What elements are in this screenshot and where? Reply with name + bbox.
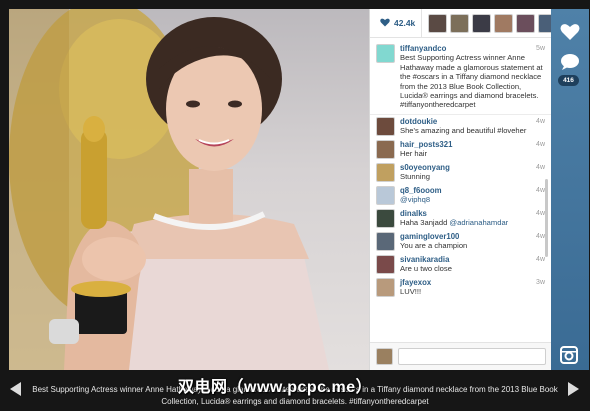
avatar[interactable] (376, 139, 395, 159)
comment-body: She's amazing and beautiful #loveher (400, 126, 527, 136)
comment-item: dinalks 4w Haha 3anjadd @adrianahamdar (370, 207, 551, 230)
comment-username[interactable]: gaminglover100 (400, 232, 459, 241)
avatar (376, 348, 393, 365)
comment-age: 4w (536, 140, 545, 148)
comments-list: dotdoukie 4w She's amazing and beautiful #… (370, 115, 551, 322)
avatar[interactable] (376, 162, 395, 182)
liker-avatar[interactable] (428, 13, 448, 33)
comment-item: dotdoukie 4w She's amazing and beautiful #… (370, 115, 551, 138)
avatar[interactable] (376, 44, 395, 63)
comment-body: Haha 3anjadd (400, 218, 450, 228)
comments-scrollbar[interactable] (545, 179, 548, 257)
camera-icon (560, 346, 578, 364)
comment-age: 4w (536, 186, 545, 194)
comment-item: s0oyeonyang 4w Stunning (370, 161, 551, 184)
avatar[interactable] (376, 254, 395, 274)
comment-age: 4w (536, 163, 545, 171)
comment-age: 4w (536, 117, 545, 125)
comment-username[interactable]: s0oyeonyang (400, 163, 450, 172)
heart-icon (380, 18, 390, 29)
caption-text: Best Supporting Actress winner Anne Hath… (400, 53, 543, 110)
avatar[interactable] (376, 208, 395, 228)
comment-text: LUV!!! (400, 287, 545, 296)
arrow-left-icon (10, 382, 21, 396)
comment-body: LUV!!! (400, 287, 422, 297)
arrow-right-icon (568, 382, 579, 396)
comments-panel: 42.4k tiffanyandco 5w Best Supporting Ac… (369, 8, 558, 370)
comment-body: Are u two close (400, 264, 452, 274)
liker-avatar[interactable] (450, 13, 470, 33)
caption-age: 5w (536, 45, 545, 52)
liker-avatar[interactable] (494, 13, 514, 33)
comment-text: You are a champion (400, 241, 545, 250)
photo-illustration (9, 9, 329, 370)
comment-count-badge: 416 (558, 75, 579, 86)
comment-item: q8_f6ooom 4w @viphq8 (370, 184, 551, 207)
comment-composer (370, 342, 552, 370)
comment-text: Are u two close (400, 264, 545, 273)
comment-username[interactable]: jfayexox (400, 278, 431, 287)
comment-username[interactable]: hair_posts321 (400, 140, 452, 149)
liker-avatar[interactable] (472, 13, 492, 33)
avatar[interactable] (376, 277, 395, 297)
comment-username[interactable]: sivanikaradia (400, 255, 449, 264)
avatar[interactable] (376, 185, 395, 205)
comment-age: 3w (536, 278, 545, 286)
post-photo[interactable] (9, 9, 369, 370)
like-button[interactable] (560, 23, 580, 43)
avatar[interactable] (376, 116, 395, 136)
comment-mention[interactable]: @viphq8 (400, 195, 430, 204)
comment-age: 4w (536, 255, 545, 263)
comment-text: @viphq8 (400, 195, 545, 204)
comment-item: hair_posts321 4w Her hair (370, 138, 551, 161)
comment-button[interactable] (560, 53, 580, 73)
caption-post: tiffanyandco 5w Best Supporting Actress … (370, 38, 551, 115)
heart-icon (560, 24, 580, 40)
watermark: 双电网（www.pcpc.me） (178, 379, 373, 396)
comment-username[interactable]: dotdoukie (400, 117, 437, 126)
comment-username[interactable]: dinalks (400, 209, 427, 218)
comment-item: gaminglover100 4w You are a champion (370, 230, 551, 253)
comment-input[interactable] (398, 348, 546, 365)
comment-body: Stunning (400, 172, 430, 182)
likes-count[interactable]: 42.4k (378, 8, 423, 38)
comment-text: Haha 3anjadd @adrianahamdar (400, 218, 545, 227)
avatar[interactable] (376, 231, 395, 251)
lightbox: 42.4k tiffanyandco 5w Best Supporting Ac… (9, 8, 589, 370)
comment-item: jfayexox 3w LUV!!! (370, 276, 551, 299)
speech-bubble-icon (561, 54, 579, 70)
instagram-button[interactable] (560, 346, 580, 366)
comment-text: Stunning (400, 172, 545, 181)
comment-age: 4w (536, 209, 545, 217)
previous-arrow-button[interactable] (10, 382, 22, 396)
comment-username[interactable]: q8_f6ooom (400, 186, 442, 195)
caption-username[interactable]: tiffanyandco (400, 44, 446, 53)
next-arrow-button[interactable] (567, 382, 579, 396)
likes-bar: 42.4k (370, 8, 558, 38)
liker-avatar[interactable] (516, 13, 536, 33)
comment-mention[interactable]: @adrianahamdar (449, 218, 508, 227)
action-rail: 416 (551, 9, 589, 370)
likers-list (428, 13, 558, 33)
comment-body: You are a champion (400, 241, 468, 251)
comment-text: She's amazing and beautiful #loveher (400, 126, 545, 135)
comment-body: Her hair (400, 149, 428, 159)
likes-count-text: 42.4k (394, 18, 416, 28)
comment-age: 4w (536, 232, 545, 240)
comment-item: sivanikaradia 4w Are u two close (370, 253, 551, 276)
comment-text: Her hair (400, 149, 545, 158)
